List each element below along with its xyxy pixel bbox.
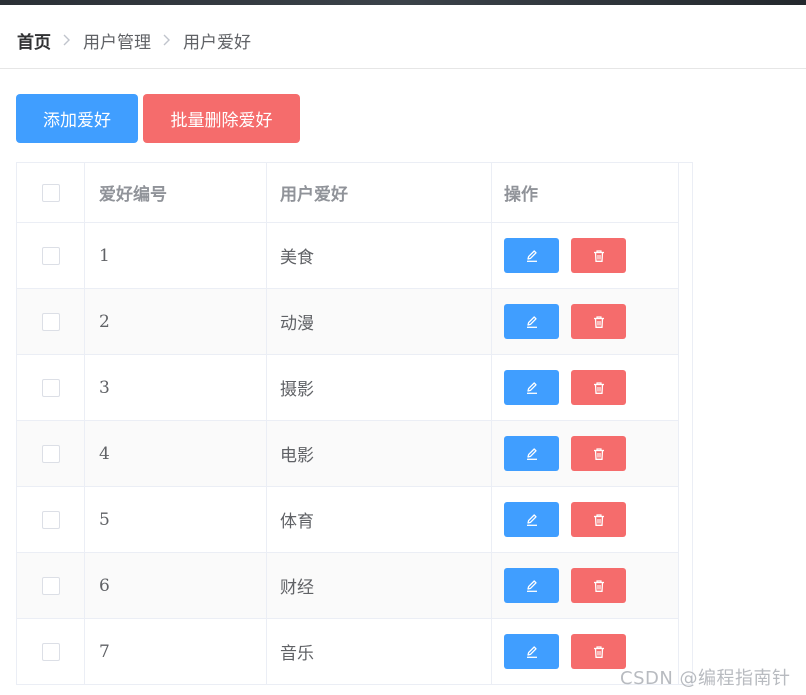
breadcrumb: 首页 用户管理 用户爱好 [17, 26, 251, 54]
edit-icon [525, 447, 539, 461]
edit-button[interactable] [504, 304, 559, 339]
table-header-row: 爱好编号 用户爱好 操作 [17, 163, 679, 223]
edit-button[interactable] [504, 238, 559, 273]
row-checkbox-cell [17, 223, 85, 288]
row-checkbox-cell [17, 487, 85, 552]
trash-icon [592, 645, 606, 659]
edit-button[interactable] [504, 502, 559, 537]
table-row: 2 动漫 [17, 289, 679, 355]
hobby-name-cell: 动漫 [267, 289, 492, 354]
hobby-name-cell: 摄影 [267, 355, 492, 420]
watermark: CSDN @编程指南针 [620, 668, 791, 689]
row-checkbox[interactable] [41, 576, 60, 595]
edit-icon [525, 381, 539, 395]
hobby-name-cell: 体育 [267, 487, 492, 552]
column-header-actions: 操作 [492, 163, 679, 222]
window-top-strip [0, 0, 806, 5]
hobby-id-cell: 7 [85, 619, 267, 684]
actions-cell [492, 421, 679, 486]
delete-button[interactable] [571, 436, 626, 471]
header-divider [0, 68, 806, 69]
row-checkbox[interactable] [41, 642, 60, 661]
edit-button[interactable] [504, 436, 559, 471]
delete-button[interactable] [571, 370, 626, 405]
select-all-checkbox[interactable] [41, 183, 60, 202]
edit-icon [525, 513, 539, 527]
table-row: 5 体育 [17, 487, 679, 553]
row-checkbox-cell [17, 421, 85, 486]
actions-cell [492, 355, 679, 420]
table-row: 1 美食 [17, 223, 679, 289]
row-checkbox[interactable] [41, 378, 60, 397]
trash-icon [592, 315, 606, 329]
actions-cell [492, 487, 679, 552]
trash-icon [592, 513, 606, 527]
breadcrumb-user-hobby: 用户爱好 [183, 32, 251, 53]
row-checkbox[interactable] [41, 444, 60, 463]
actions-cell [492, 289, 679, 354]
trash-icon [592, 447, 606, 461]
hobby-table: 爱好编号 用户爱好 操作 1 美食 2 动漫 3 摄影 4 电影 5 体育 6 财经 7 音乐 [16, 162, 693, 685]
hobby-name-cell: 美食 [267, 223, 492, 288]
row-checkbox[interactable] [41, 312, 60, 331]
delete-button[interactable] [571, 304, 626, 339]
hobby-id-cell: 4 [85, 421, 267, 486]
trash-icon [592, 381, 606, 395]
breadcrumb-home[interactable]: 首页 [17, 28, 51, 53]
breadcrumb-user-management[interactable]: 用户管理 [83, 28, 151, 53]
actions-cell [492, 553, 679, 618]
table-row: 4 电影 [17, 421, 679, 487]
hobby-id-cell: 2 [85, 289, 267, 354]
hobby-name-cell: 财经 [267, 553, 492, 618]
delete-button[interactable] [571, 568, 626, 603]
edit-icon [525, 315, 539, 329]
hobby-name-cell: 电影 [267, 421, 492, 486]
delete-button[interactable] [571, 238, 626, 273]
table-row: 6 财经 [17, 553, 679, 619]
table-row: 7 音乐 [17, 619, 679, 685]
edit-button[interactable] [504, 370, 559, 405]
row-checkbox[interactable] [41, 246, 60, 265]
table-row: 3 摄影 [17, 355, 679, 421]
edit-icon [525, 579, 539, 593]
delete-button[interactable] [571, 634, 626, 669]
add-hobby-button[interactable]: 添加爱好 [16, 94, 138, 143]
trash-icon [592, 249, 606, 263]
hobby-name-cell: 音乐 [267, 619, 492, 684]
column-header-id: 爱好编号 [85, 163, 267, 222]
row-checkbox-cell [17, 289, 85, 354]
row-checkbox[interactable] [41, 510, 60, 529]
edit-button[interactable] [504, 634, 559, 669]
table-scrollbar-gutter [678, 163, 692, 684]
actions-cell [492, 223, 679, 288]
chevron-right-icon [157, 26, 177, 54]
chevron-right-icon [57, 26, 77, 54]
delete-button[interactable] [571, 502, 626, 537]
hobby-id-cell: 6 [85, 553, 267, 618]
column-header-hobby: 用户爱好 [267, 163, 492, 222]
edit-icon [525, 249, 539, 263]
row-checkbox-cell [17, 619, 85, 684]
hobby-id-cell: 3 [85, 355, 267, 420]
row-checkbox-cell [17, 355, 85, 420]
edit-button[interactable] [504, 568, 559, 603]
header-checkbox-cell [17, 163, 85, 222]
batch-delete-hobby-button[interactable]: 批量删除爱好 [143, 94, 300, 143]
hobby-id-cell: 1 [85, 223, 267, 288]
trash-icon [592, 579, 606, 593]
hobby-id-cell: 5 [85, 487, 267, 552]
row-checkbox-cell [17, 553, 85, 618]
edit-icon [525, 645, 539, 659]
